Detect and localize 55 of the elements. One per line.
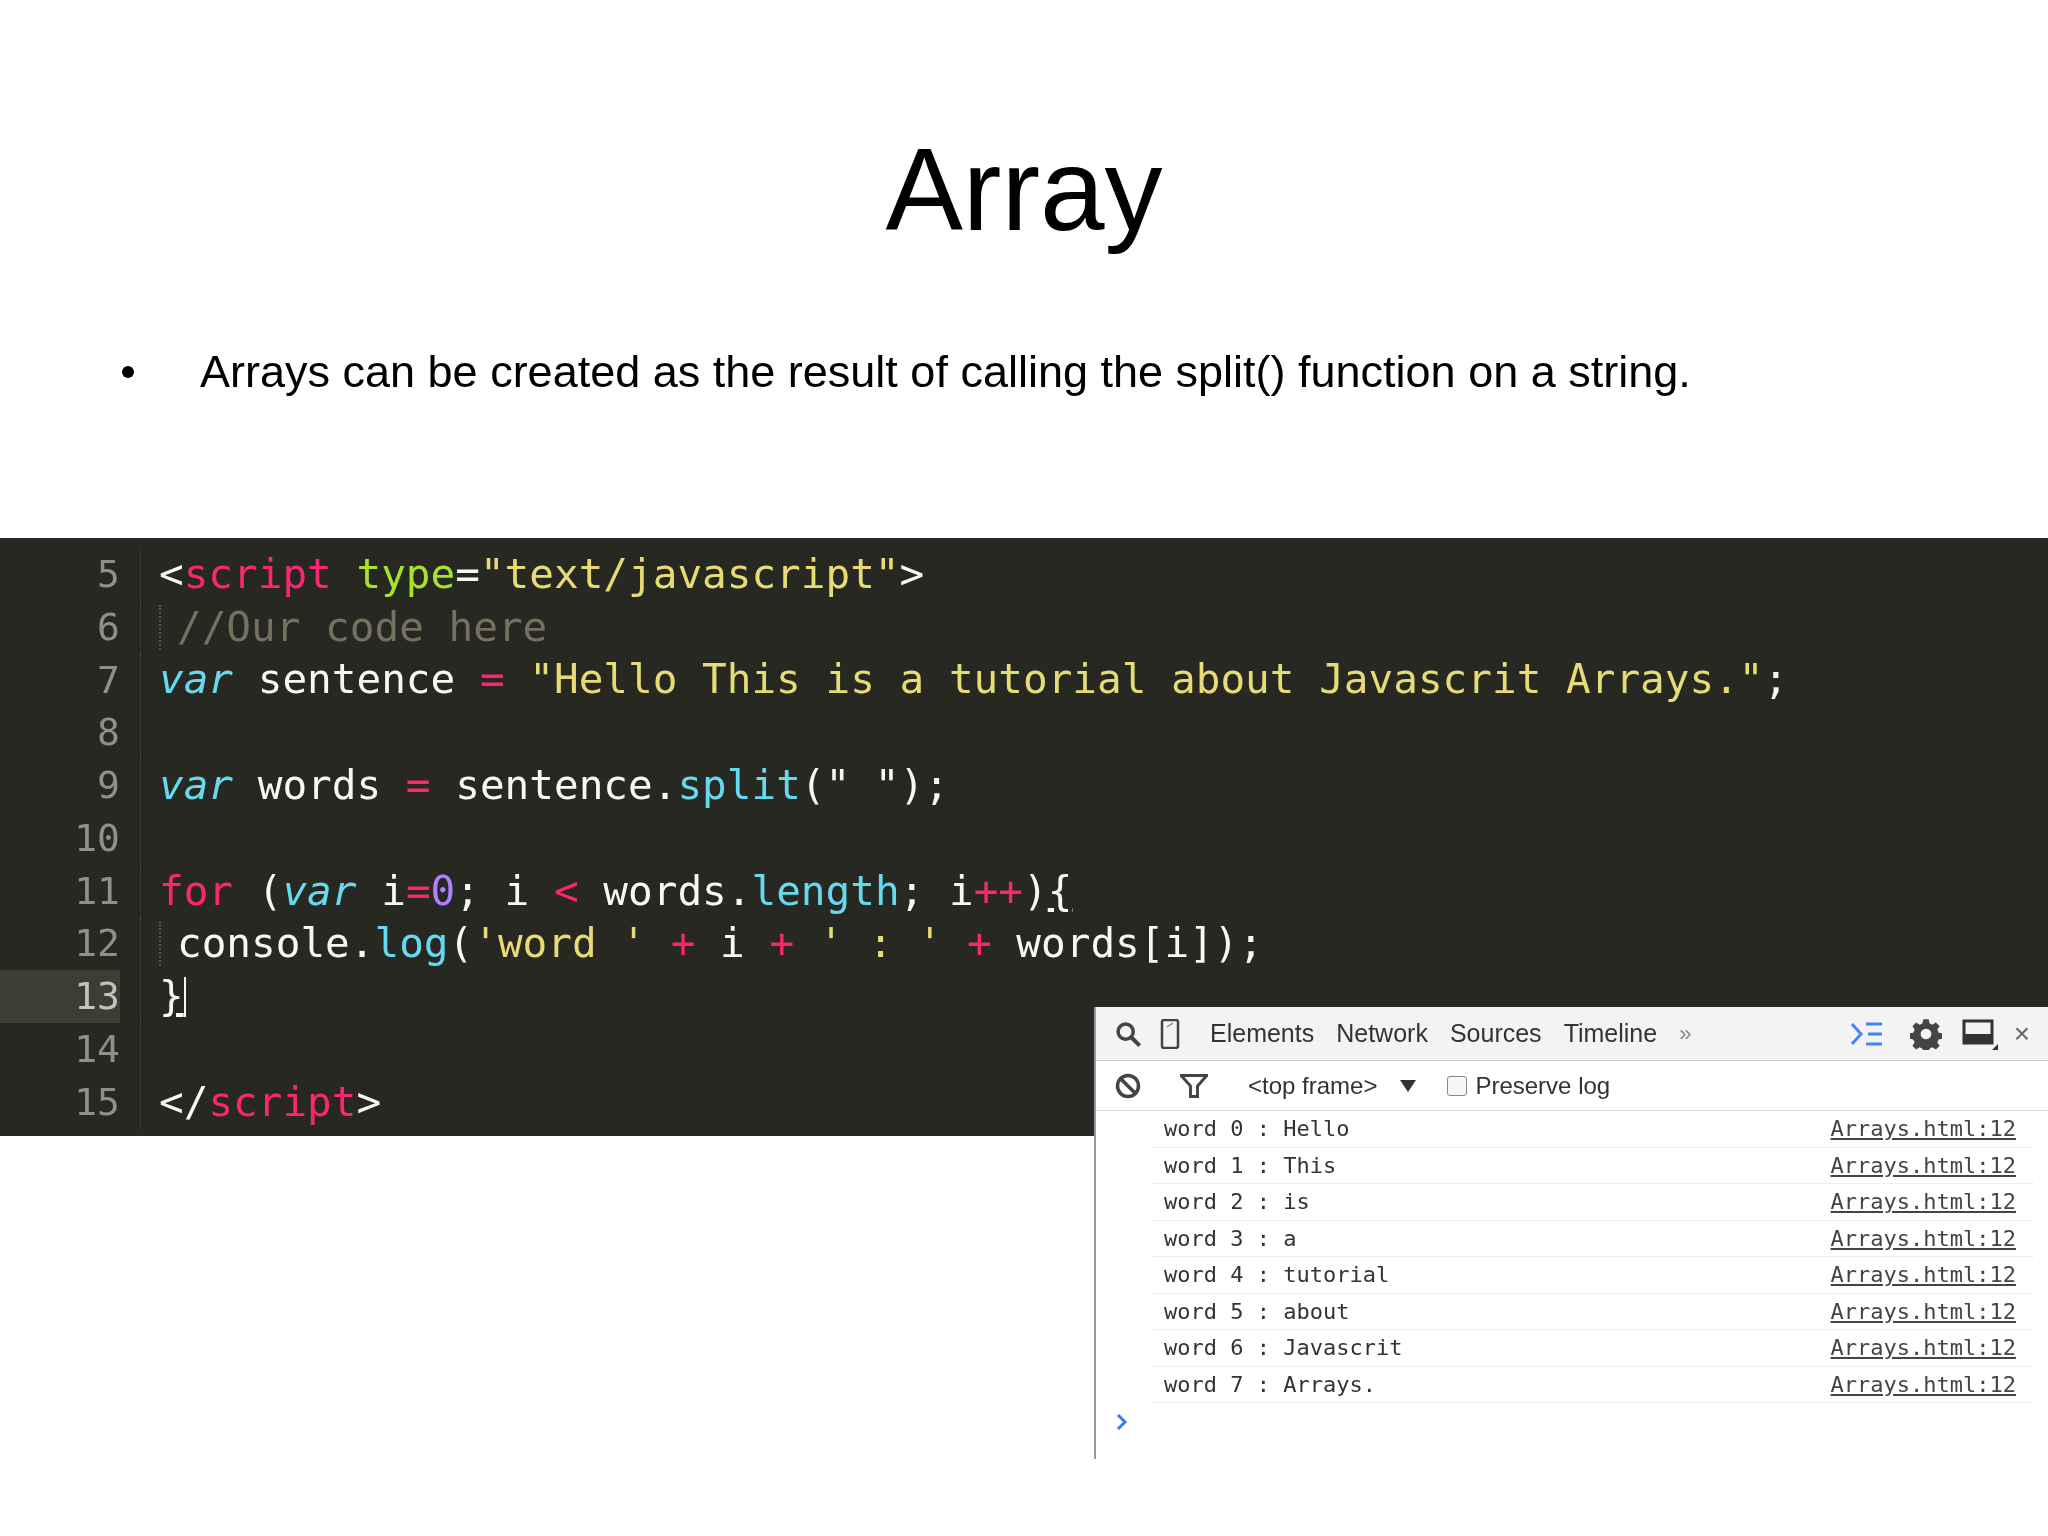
text-cursor xyxy=(183,976,186,1017)
preserve-log-checkbox[interactable] xyxy=(1447,1075,1468,1096)
console-message: word 5 : about xyxy=(1164,1297,1350,1326)
source-link[interactable]: Arrays.html:12 xyxy=(1830,1367,2016,1401)
prompt-chevron-icon xyxy=(1116,1413,1128,1431)
code-line: var sentence = "Hello This is a tutorial about Javascrit Arrays."; xyxy=(159,657,1789,703)
code-line: console.log('word ' + i + ' : ' + words[i]); xyxy=(159,921,1264,967)
devtools-tab[interactable]: Elements xyxy=(1210,1014,1315,1053)
code-line: var words = sentence.split(" "); xyxy=(159,763,949,809)
console-message: word 7 : Arrays. xyxy=(1164,1370,1376,1399)
line-number: 7 xyxy=(96,656,120,704)
console-message: word 3 : a xyxy=(1164,1224,1297,1253)
source-link[interactable]: Arrays.html:12 xyxy=(1830,1294,2016,1328)
console-icon[interactable] xyxy=(1849,1020,1884,1047)
line-number: 8 xyxy=(96,709,120,757)
line-number: 5 xyxy=(96,550,120,598)
code-line: <script type="text/javascript"> xyxy=(159,551,925,597)
line-number: 12 xyxy=(73,920,120,968)
dock-icon[interactable] xyxy=(1961,1017,1998,1050)
code-line: </script> xyxy=(159,1079,382,1125)
console-message: word 0 : Hello xyxy=(1164,1115,1350,1144)
preserve-log-label: Preserve log xyxy=(1475,1070,1611,1101)
close-button[interactable]: × xyxy=(2013,1019,2030,1048)
search-icon[interactable] xyxy=(1114,1019,1142,1048)
devtools-tab[interactable]: Sources xyxy=(1449,1014,1542,1053)
source-link[interactable]: Arrays.html:12 xyxy=(1830,1185,2016,1219)
dropdown-arrow-icon xyxy=(1399,1078,1418,1093)
code-line: for (var i=0; i < words.length; i++){ xyxy=(159,868,1073,914)
code-line: } xyxy=(159,974,184,1020)
bullet-text: Arrays can be created as the result of calling the split() function on a string. xyxy=(200,345,1691,399)
line-number: 9 xyxy=(96,762,120,810)
line-number: 13 xyxy=(0,970,120,1024)
filter-icon[interactable] xyxy=(1180,1072,1208,1099)
source-link[interactable]: Arrays.html:12 xyxy=(1830,1221,2016,1255)
source-link[interactable]: Arrays.html:12 xyxy=(1830,1331,2016,1365)
devtools-tab[interactable]: Timeline xyxy=(1563,1014,1658,1053)
line-number: 10 xyxy=(73,814,120,862)
console-message: word 6 : Javascrit xyxy=(1164,1334,1403,1363)
line-number: 11 xyxy=(73,867,120,915)
devtools-tab[interactable]: Network xyxy=(1336,1014,1428,1053)
source-link[interactable]: Arrays.html:12 xyxy=(1830,1258,2016,1292)
slide-title: Array xyxy=(885,124,1163,257)
console-message: word 1 : This xyxy=(1164,1151,1337,1180)
source-link[interactable]: Arrays.html:12 xyxy=(1830,1112,2016,1146)
code-line: //Our code here xyxy=(159,604,548,650)
clear-icon[interactable] xyxy=(1114,1071,1142,1100)
source-link[interactable]: Arrays.html:12 xyxy=(1830,1148,2016,1182)
line-number: 6 xyxy=(96,603,120,651)
settings-icon[interactable] xyxy=(1909,1017,1942,1050)
phone-icon[interactable] xyxy=(1160,1018,1180,1049)
frame-dropdown[interactable]: <top frame> xyxy=(1248,1067,1418,1104)
console-message: word 2 : is xyxy=(1164,1188,1310,1217)
line-number: 15 xyxy=(73,1078,120,1126)
console-message: word 4 : tutorial xyxy=(1164,1261,1390,1290)
line-number: 14 xyxy=(73,1026,120,1074)
